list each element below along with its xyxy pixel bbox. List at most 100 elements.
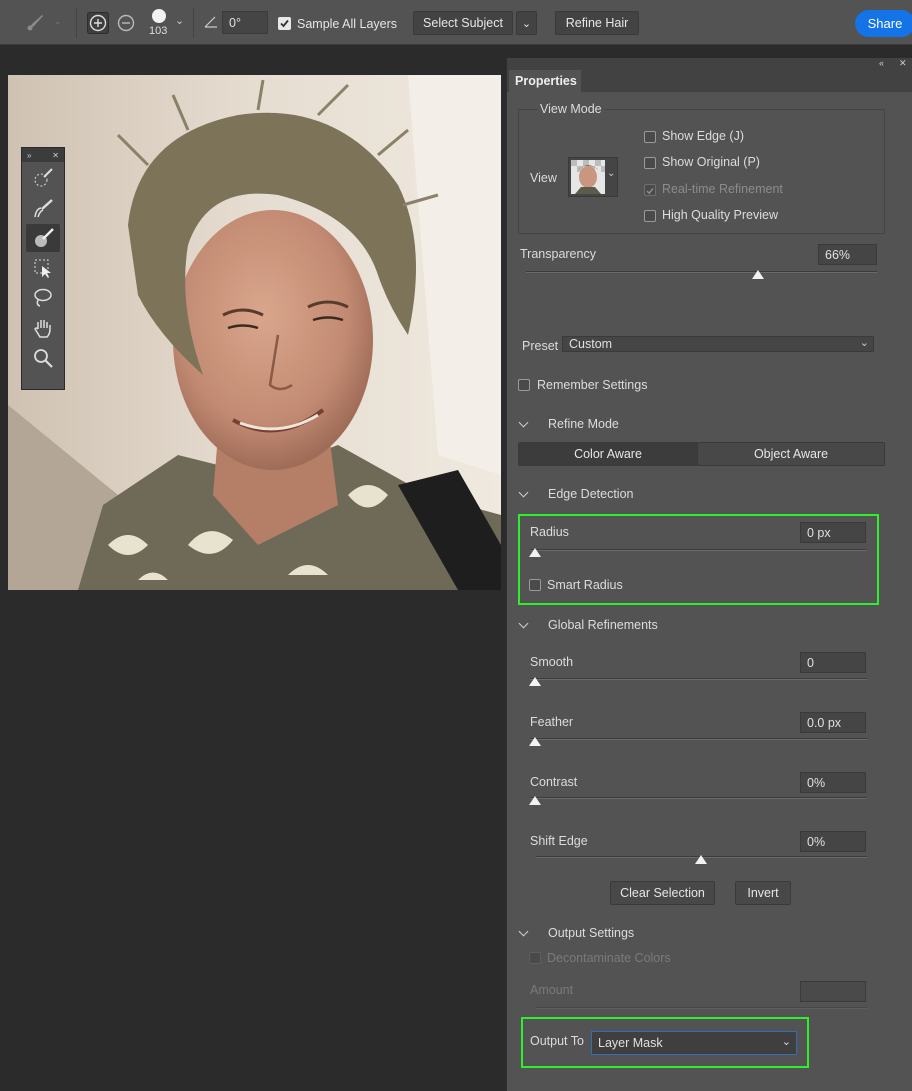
radius-label: Radius bbox=[530, 525, 569, 539]
show-edge-checkbox[interactable] bbox=[644, 131, 656, 143]
chevron-down-icon: ⌄ bbox=[781, 1036, 791, 1048]
close-icon[interactable]: ✕ bbox=[899, 58, 907, 69]
contrast-slider-thumb[interactable] bbox=[529, 796, 541, 805]
preset-label: Preset bbox=[522, 339, 559, 353]
angle-input[interactable]: 0° bbox=[222, 11, 268, 34]
quick-selection-tool[interactable] bbox=[26, 164, 60, 192]
brush-size-value: 103 bbox=[149, 25, 168, 37]
sample-all-layers-label[interactable]: Sample All Layers bbox=[297, 17, 397, 31]
feather-slider-thumb[interactable] bbox=[529, 737, 541, 746]
brush-tool-icon[interactable] bbox=[24, 12, 46, 34]
show-original-checkbox[interactable] bbox=[644, 157, 656, 169]
edge-detection-collapse-icon[interactable] bbox=[518, 487, 529, 498]
add-to-selection-icon[interactable] bbox=[87, 12, 109, 37]
smooth-value: 0 bbox=[807, 655, 814, 670]
color-aware-button[interactable]: Color Aware bbox=[518, 442, 698, 466]
high-quality-preview-checkbox[interactable] bbox=[644, 210, 656, 222]
radius-slider-track[interactable] bbox=[530, 549, 867, 551]
zoom-icon bbox=[34, 349, 53, 368]
select-subject-dropdown[interactable]: ⌄ bbox=[516, 11, 537, 35]
transparency-slider-track[interactable] bbox=[526, 271, 877, 273]
sample-all-layers-checkbox[interactable] bbox=[278, 17, 291, 30]
color-aware-label: Color Aware bbox=[574, 447, 642, 461]
radius-input[interactable]: 0 px bbox=[800, 522, 866, 543]
clear-selection-label: Clear Selection bbox=[620, 886, 705, 900]
preset-dropdown[interactable]: Custom ⌄ bbox=[562, 336, 874, 352]
smart-radius-label[interactable]: Smart Radius bbox=[547, 578, 623, 592]
refine-mode-collapse-icon[interactable] bbox=[518, 417, 529, 428]
realtime-refinement-checkbox bbox=[644, 184, 656, 196]
view-mode-title: View Mode bbox=[538, 102, 604, 116]
transparency-input[interactable]: 66% bbox=[818, 244, 877, 265]
collapse-icon[interactable]: « bbox=[879, 58, 884, 68]
view-thumbnail-dropdown[interactable]: ⌄ bbox=[568, 157, 618, 197]
preset-value: Custom bbox=[569, 337, 613, 351]
feather-label: Feather bbox=[530, 715, 574, 729]
refine-hair-label: Refine Hair bbox=[565, 16, 629, 30]
zoom-tool[interactable] bbox=[26, 344, 60, 372]
feather-slider-track[interactable] bbox=[530, 738, 867, 740]
panel-topbar: « ✕ bbox=[507, 58, 912, 70]
feather-value: 0.0 px bbox=[807, 715, 842, 730]
smooth-input[interactable]: 0 bbox=[800, 652, 866, 673]
tab-properties[interactable]: Properties bbox=[509, 70, 581, 92]
select-subject-button[interactable]: Select Subject bbox=[413, 11, 513, 35]
expand-icon[interactable]: » bbox=[27, 151, 31, 160]
transparency-slider-thumb[interactable] bbox=[751, 270, 764, 279]
refine-mode-title[interactable]: Refine Mode bbox=[548, 417, 619, 431]
show-original-label[interactable]: Show Original (P) bbox=[662, 155, 760, 169]
radius-slider-thumb[interactable] bbox=[529, 548, 541, 557]
show-edge-label[interactable]: Show Edge (J) bbox=[662, 129, 744, 143]
smooth-slider-track[interactable] bbox=[530, 678, 867, 680]
output-to-label: Output To bbox=[530, 1034, 584, 1048]
subtract-from-selection-icon[interactable] bbox=[115, 12, 137, 37]
feather-input[interactable]: 0.0 px bbox=[800, 712, 866, 733]
chevron-down-icon[interactable]: ⌄ bbox=[175, 14, 184, 27]
shift-edge-value: 0% bbox=[807, 834, 826, 849]
high-quality-preview-label[interactable]: High Quality Preview bbox=[662, 208, 778, 222]
output-settings-collapse-icon[interactable] bbox=[518, 926, 529, 937]
shift-edge-slider-thumb[interactable] bbox=[695, 855, 707, 864]
refine-hair-button[interactable]: Refine Hair bbox=[555, 11, 639, 35]
global-refinements-collapse-icon[interactable] bbox=[518, 618, 529, 629]
quick-selection-icon bbox=[34, 168, 53, 187]
tools-panel-header[interactable]: » ✕ bbox=[22, 148, 64, 162]
output-to-value: Layer Mask bbox=[598, 1036, 663, 1050]
invert-label: Invert bbox=[747, 886, 779, 900]
tab-properties-label: Properties bbox=[515, 74, 577, 88]
smooth-label: Smooth bbox=[530, 655, 574, 669]
brush-tool[interactable] bbox=[26, 224, 60, 252]
chevron-down-icon[interactable]: ⌄ bbox=[54, 16, 62, 27]
refine-edge-brush-icon bbox=[34, 199, 53, 218]
global-refinements-title[interactable]: Global Refinements bbox=[548, 618, 658, 632]
shift-edge-label: Shift Edge bbox=[530, 834, 588, 848]
edge-detection-title[interactable]: Edge Detection bbox=[548, 487, 633, 501]
hand-icon bbox=[34, 320, 51, 338]
contrast-slider-track[interactable] bbox=[530, 797, 867, 799]
brush-size-icon[interactable] bbox=[152, 9, 166, 23]
refine-edge-brush-tool[interactable] bbox=[26, 194, 60, 222]
divider bbox=[193, 8, 194, 38]
view-thumbnail-image bbox=[571, 160, 605, 194]
close-icon[interactable]: ✕ bbox=[52, 151, 59, 160]
output-settings-title[interactable]: Output Settings bbox=[548, 926, 634, 940]
object-aware-button[interactable]: Object Aware bbox=[697, 442, 885, 466]
clear-selection-button[interactable]: Clear Selection bbox=[610, 881, 715, 905]
amount-label: Amount bbox=[530, 983, 574, 997]
transparency-label: Transparency bbox=[520, 247, 596, 261]
lasso-tool[interactable] bbox=[26, 284, 60, 312]
chevron-down-icon: ⌄ bbox=[859, 337, 869, 349]
properties-panel: « ✕ Properties View Mode View ⌄ Show Edg… bbox=[506, 58, 912, 1091]
remember-settings-label[interactable]: Remember Settings bbox=[537, 378, 647, 392]
object-selection-tool[interactable] bbox=[26, 254, 60, 282]
output-to-dropdown[interactable]: Layer Mask ⌄ bbox=[591, 1031, 797, 1055]
share-button[interactable]: Share bbox=[855, 10, 912, 37]
remember-settings-checkbox[interactable] bbox=[518, 379, 530, 391]
shift-edge-input[interactable]: 0% bbox=[800, 831, 866, 852]
canvas-image[interactable] bbox=[8, 75, 501, 590]
hand-tool[interactable] bbox=[26, 314, 60, 342]
smart-radius-checkbox[interactable] bbox=[529, 579, 541, 591]
invert-button[interactable]: Invert bbox=[735, 881, 791, 905]
contrast-input[interactable]: 0% bbox=[800, 772, 866, 793]
smooth-slider-thumb[interactable] bbox=[529, 677, 541, 686]
